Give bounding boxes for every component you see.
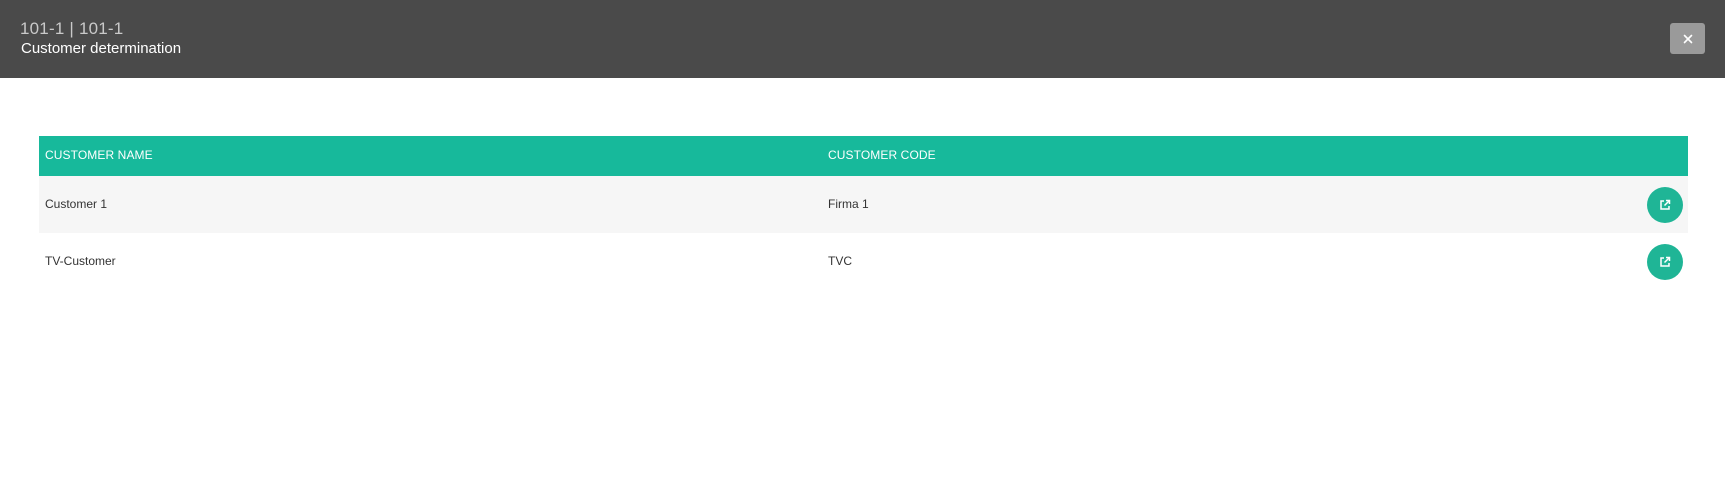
- customer-code-cell: TVC: [828, 254, 852, 268]
- modal-header: 101-1 | 101-1 Customer determination: [0, 0, 1725, 78]
- external-link-icon: [1659, 256, 1671, 268]
- close-button[interactable]: [1670, 23, 1705, 54]
- modal-title: Customer determination: [21, 40, 182, 57]
- table-header: CUSTOMER NAME CUSTOMER CODE: [39, 136, 1688, 176]
- open-customer-button[interactable]: [1647, 244, 1683, 280]
- column-header-customer-code: CUSTOMER CODE: [828, 148, 936, 162]
- table-row: TV-Customer TVC: [39, 233, 1688, 290]
- record-id-label: 101-1 | 101-1: [20, 19, 124, 38]
- customer-name-cell: TV-Customer: [45, 254, 116, 268]
- external-link-icon: [1659, 199, 1671, 211]
- column-header-customer-name: CUSTOMER NAME: [45, 148, 153, 162]
- customer-table: CUSTOMER NAME CUSTOMER CODE Customer 1 F…: [39, 136, 1688, 290]
- open-customer-button[interactable]: [1647, 187, 1683, 223]
- customer-code-cell: Firma 1: [828, 197, 869, 211]
- customer-name-cell: Customer 1: [45, 197, 108, 211]
- close-icon: [1683, 34, 1693, 44]
- table-row: Customer 1 Firma 1: [39, 176, 1688, 233]
